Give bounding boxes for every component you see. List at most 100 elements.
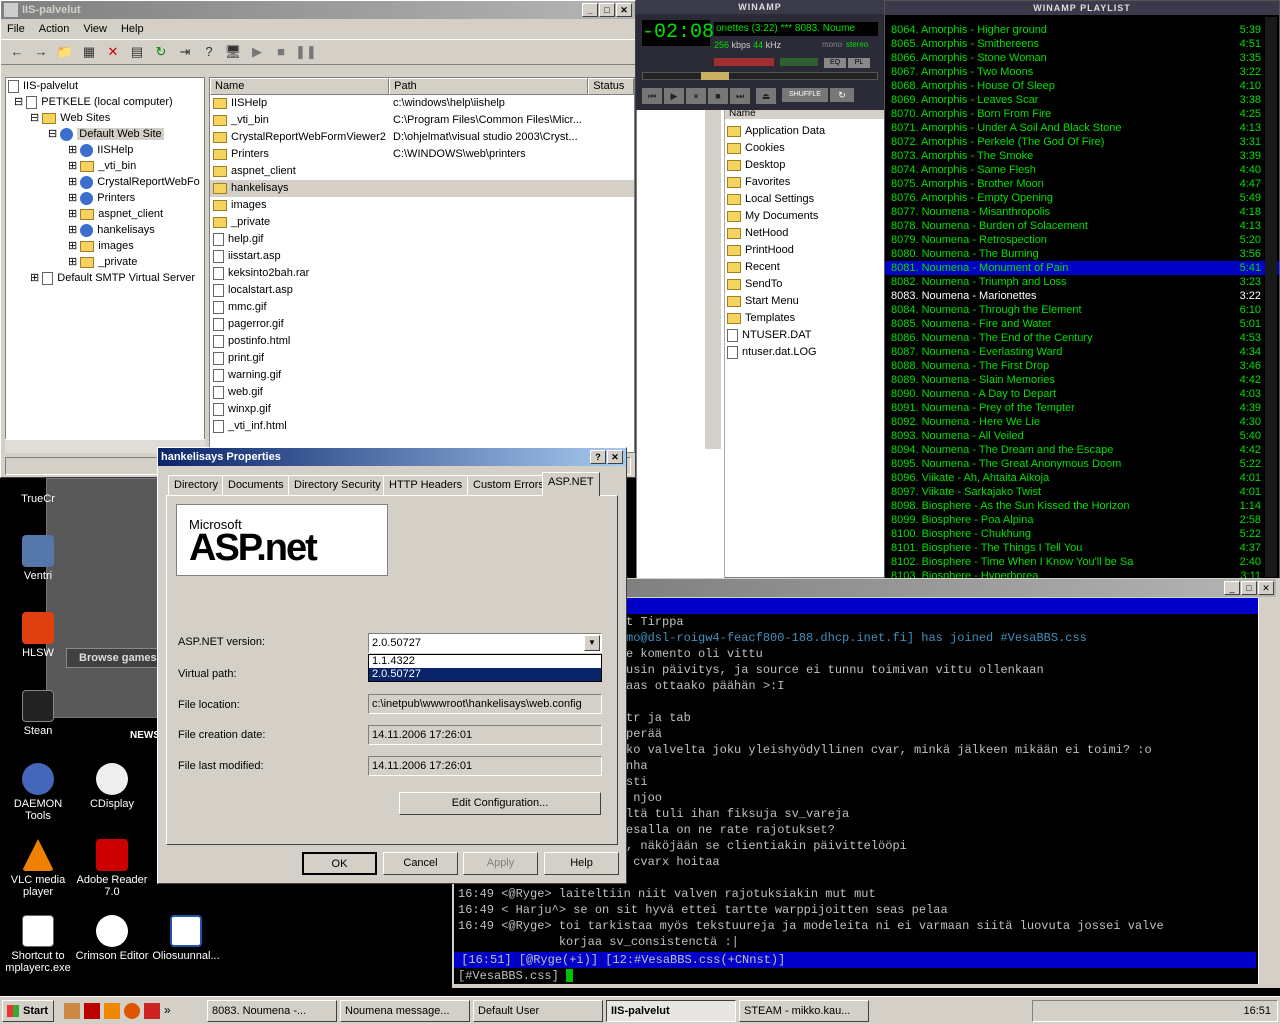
- tree-item-smtp[interactable]: ⊞ Default SMTP Virtual Server: [6, 270, 204, 286]
- desktop-icon-cdisplay[interactable]: CDisplay: [74, 763, 150, 810]
- table-row[interactable]: aspnet_client: [210, 163, 634, 180]
- explorer-item[interactable]: ntuser.dat.LOG: [727, 344, 883, 361]
- apply-button[interactable]: Apply: [463, 852, 538, 875]
- edit-configuration-button[interactable]: Edit Configuration...: [399, 792, 601, 815]
- pause-icon[interactable]: ❚❚: [295, 42, 317, 62]
- ok-button[interactable]: OK: [302, 852, 377, 875]
- column-status[interactable]: Status: [588, 78, 634, 95]
- playlist-item[interactable]: 8098. Biosphere - As the Sun Kissed the …: [885, 499, 1279, 513]
- winamp-titlebar[interactable]: WINAMP: [636, 0, 884, 14]
- taskbar-item-steam[interactable]: STEAM - mikko.kau...: [739, 999, 869, 1022]
- table-row[interactable]: keksinto2bah.rar: [210, 265, 634, 282]
- table-row[interactable]: Printers C:\WINDOWS\web\printers: [210, 146, 634, 163]
- forward-icon[interactable]: →: [31, 42, 51, 62]
- playlist-scrollbar[interactable]: [1265, 17, 1277, 577]
- playlist-item[interactable]: 8091. Noumena - Prey of the Tempter 4:39: [885, 401, 1279, 415]
- table-row[interactable]: CrystalReportWebFormViewer2 D:\ohjelmat\v…: [210, 129, 634, 146]
- table-row[interactable]: mmc.gif: [210, 299, 634, 316]
- table-row[interactable]: _vti_bin C:\Program Files\Common Files\Mi…: [210, 112, 634, 129]
- computer-icon[interactable]: 🖥: [223, 42, 243, 62]
- playlist-item[interactable]: 8064. Amorphis - Higher ground 5:39: [885, 23, 1279, 37]
- start-button[interactable]: Start: [2, 999, 54, 1022]
- table-row[interactable]: pagerror.gif: [210, 316, 634, 333]
- playlist-item[interactable]: 8080. Noumena - The Burning 3:56: [885, 247, 1279, 261]
- taskbar-item-winamp[interactable]: 8083. Noumena -...: [207, 999, 337, 1022]
- tree-item-root[interactable]: IIS-palvelut: [6, 78, 204, 94]
- playlist-item[interactable]: 8093. Noumena - All Veiled 5:40: [885, 429, 1279, 443]
- help-icon[interactable]: ?: [590, 450, 606, 464]
- properties-icon[interactable]: ▤: [127, 42, 147, 62]
- desktop-icon-mplayerc[interactable]: Shortcut to mplayerc.exe: [0, 915, 76, 974]
- last-modified-field[interactable]: 14.11.2006 17:26:01: [368, 756, 602, 776]
- explorer-item[interactable]: Cookies: [727, 140, 883, 157]
- playlist-item[interactable]: 8090. Noumena - A Day to Depart 4:03: [885, 387, 1279, 401]
- playlist-item[interactable]: 8087. Noumena - Everlasting Ward 4:34: [885, 345, 1279, 359]
- irc-scrollbar[interactable]: [1258, 598, 1276, 984]
- help-button[interactable]: Help: [544, 852, 619, 875]
- app-icon[interactable]: [144, 1002, 160, 1019]
- winamp-shuffle-button[interactable]: SHUFFLE: [782, 88, 828, 102]
- stop-icon[interactable]: ■: [708, 88, 728, 104]
- taskbar-item-default-user[interactable]: Default User: [473, 999, 603, 1022]
- export-list-icon[interactable]: ⇥: [175, 42, 195, 62]
- tab-aspnet[interactable]: ASP.NET: [542, 472, 600, 496]
- explorer-item[interactable]: NTUSER.DAT: [727, 327, 883, 344]
- table-row[interactable]: web.gif: [210, 384, 634, 401]
- explorer-item[interactable]: Favorites: [727, 174, 883, 191]
- tree-item-crystal[interactable]: ⊞ CrystalReportWebFo: [6, 174, 204, 190]
- table-row[interactable]: print.gif: [210, 350, 634, 367]
- winamp-seek-thumb[interactable]: [701, 72, 729, 80]
- playlist-item[interactable]: 8102. Biosphere - Time When I Know You'l…: [885, 555, 1279, 569]
- table-row[interactable]: hankelisays: [210, 180, 634, 197]
- playlist-item[interactable]: 8072. Amorphis - Perkele (The God Of Fir…: [885, 135, 1279, 149]
- desktop-icon-daemon-tools[interactable]: DAEMON Tools: [0, 763, 76, 822]
- close-icon[interactable]: ✕: [1258, 581, 1274, 595]
- tree-item-hankelisays[interactable]: ⊞ hankelisays: [6, 222, 204, 238]
- taskbar-item-iis[interactable]: IIS-palvelut: [606, 999, 736, 1022]
- playlist-item[interactable]: 8079. Noumena - Retrospection 5:20: [885, 233, 1279, 247]
- explorer-item[interactable]: Local Settings: [727, 191, 883, 208]
- up-folder-icon[interactable]: 📁: [55, 42, 75, 62]
- table-row[interactable]: _vti_inf.html: [210, 418, 634, 435]
- playlist-titlebar[interactable]: WINAMP PLAYLIST: [885, 1, 1279, 15]
- repeat-icon[interactable]: ↻: [830, 88, 854, 102]
- desktop-icon-truecrypt[interactable]: TrueCr: [0, 493, 76, 505]
- table-row[interactable]: images: [210, 197, 634, 214]
- next-icon[interactable]: ⏭: [730, 88, 750, 104]
- playlist-item[interactable]: 8078. Noumena - Burden of Solacement 4:13: [885, 219, 1279, 233]
- playlist-item[interactable]: 8100. Biosphere - Chukhung 5:22: [885, 527, 1279, 541]
- stop-icon[interactable]: ■: [271, 42, 291, 62]
- desktop-icon-adobe-reader[interactable]: Adobe Reader 7.0: [74, 839, 150, 898]
- winamp-pl-button[interactable]: PL: [848, 58, 870, 68]
- playlist-item[interactable]: 8095. Noumena - The Great Anonymous Doom…: [885, 457, 1279, 471]
- tree-item-images[interactable]: ⊞ images: [6, 238, 204, 254]
- minimize-icon[interactable]: _: [1224, 581, 1240, 595]
- chevron-down-icon[interactable]: ▼: [584, 635, 600, 651]
- playlist-item[interactable]: 8086. Noumena - The End of the Century 4:…: [885, 331, 1279, 345]
- eject-icon[interactable]: ⏏: [756, 88, 776, 104]
- winamp-volume-slider[interactable]: [714, 58, 774, 66]
- playlist-item[interactable]: 8069. Amorphis - Leaves Scar 3:38: [885, 93, 1279, 107]
- desktop-icon-steam[interactable]: Stean: [0, 690, 76, 737]
- tree-item-web-sites[interactable]: ⊟ Web Sites: [6, 110, 204, 126]
- table-row[interactable]: _private: [210, 214, 634, 231]
- playlist-item[interactable]: 8068. Amorphis - House Of Sleep 4:10: [885, 79, 1279, 93]
- menu-action[interactable]: Action: [39, 23, 70, 35]
- winamp-seek-bar[interactable]: [642, 72, 878, 80]
- playlist-item[interactable]: 8081. Noumena - Monument of Pain 5:41: [885, 261, 1279, 275]
- clock[interactable]: 16:51: [1243, 1005, 1271, 1017]
- menu-file[interactable]: File: [7, 23, 25, 35]
- playlist-item[interactable]: 8065. Amorphis - Smithereens 4:51: [885, 37, 1279, 51]
- firefox-icon[interactable]: [124, 1002, 140, 1019]
- playlist-item[interactable]: 8097. Viikate - Sarkajako Twist 4:01: [885, 485, 1279, 499]
- tree-item-private[interactable]: ⊞ _private: [6, 254, 204, 270]
- table-row[interactable]: winxp.gif: [210, 401, 634, 418]
- menu-view[interactable]: View: [83, 23, 107, 35]
- table-row[interactable]: warning.gif: [210, 367, 634, 384]
- tree-item-aspnet-client[interactable]: ⊞ aspnet_client: [6, 206, 204, 222]
- version-option-selected[interactable]: 2.0.50727: [369, 668, 601, 681]
- pause-icon[interactable]: ⏸: [686, 88, 706, 104]
- winamp-eq-button[interactable]: EQ: [824, 58, 846, 68]
- tree-item-vti-bin[interactable]: ⊞ _vti_bin: [6, 158, 204, 174]
- playlist-item[interactable]: 8084. Noumena - Through the Element 6:10: [885, 303, 1279, 317]
